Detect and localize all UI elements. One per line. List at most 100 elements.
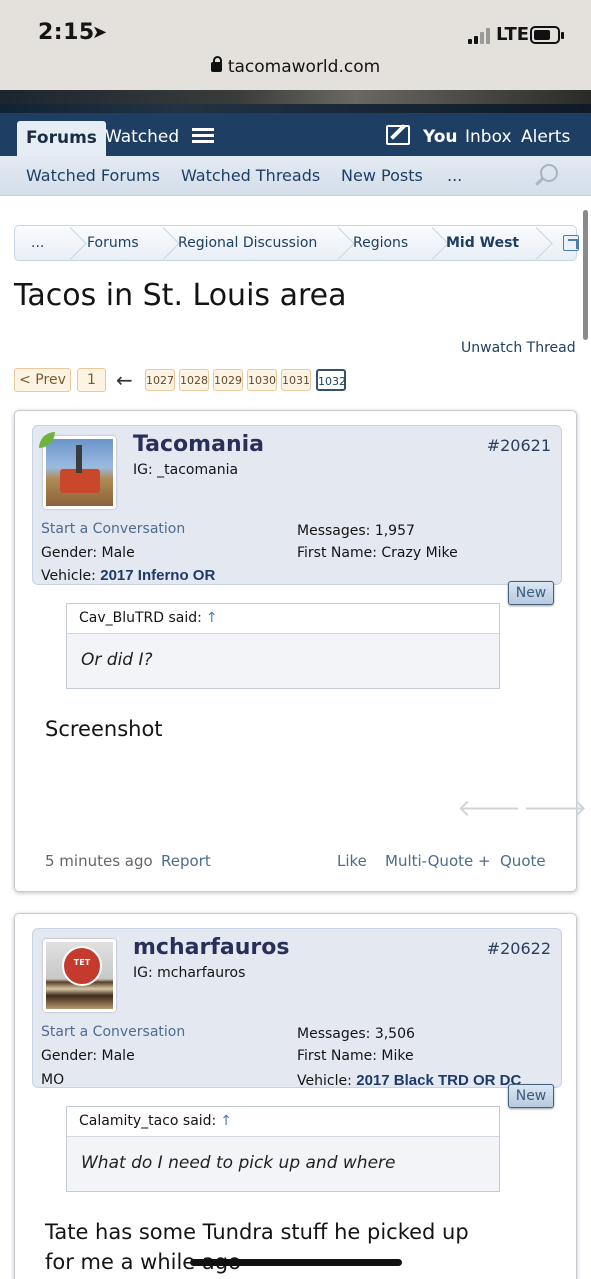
breadcrumb-forums[interactable]: Forums — [87, 235, 139, 251]
quote-text: What do I need to pick up and where — [81, 1153, 396, 1173]
messages-field: Messages: 1,957 — [297, 523, 415, 539]
first-name-value: Crazy Mike — [381, 545, 458, 561]
user-title: IG: mcharfauros — [133, 965, 246, 981]
quote-link[interactable]: Quote — [500, 852, 546, 870]
main-navbar: Forums Watched You Inbox Alerts — [0, 113, 591, 156]
quote-text: Or did I? — [81, 650, 153, 670]
gender-field: Gender: Male — [41, 545, 135, 561]
url-text: tacomaworld.com — [227, 57, 381, 77]
breadcrumb-midwest[interactable]: Mid West — [446, 235, 519, 251]
user-info-box: mcharfauros IG: mcharfauros #20622 Start… — [32, 928, 562, 1089]
subnav-new-posts[interactable]: New Posts — [341, 166, 423, 185]
page-jump-arrow: ← — [116, 368, 133, 392]
report-link[interactable]: Report — [161, 852, 211, 870]
vehicle-value: 2017 Black TRD OR DC — [356, 1072, 522, 1089]
search-icon[interactable] — [540, 164, 558, 182]
messages-label: Messages: — [297, 1026, 371, 1042]
tab-inbox[interactable]: Inbox — [465, 121, 512, 156]
first-name-field: First Name: Mike — [297, 1048, 414, 1064]
pagination: < Prev 1 ← 1027 1028 1029 1030 1031 1032 — [14, 368, 354, 394]
status-bar: 2:15 ➤ LTE tacomaworld.com — [0, 0, 591, 90]
start-conversation-link[interactable]: Start a Conversation — [41, 521, 185, 537]
subnav-watched-threads[interactable]: Watched Threads — [181, 166, 320, 185]
post: Tacomania IG: _tacomania #20621 Start a … — [14, 410, 587, 892]
tab-forums[interactable]: Forums — [17, 121, 106, 156]
user-info-box: Tacomania IG: _tacomania #20621 Start a … — [32, 425, 562, 585]
post: mcharfauros IG: mcharfauros #20622 Start… — [14, 913, 577, 1279]
jump-to-icon[interactable] — [563, 235, 579, 251]
post-message: Screenshot — [45, 717, 163, 741]
jump-to-quote-icon[interactable]: ↑ — [220, 1113, 232, 1129]
page-button[interactable]: 1027 — [145, 369, 175, 391]
post-number[interactable]: #20622 — [487, 939, 551, 958]
subnav-watched-forums[interactable]: Watched Forums — [26, 166, 160, 185]
breadcrumb-separator — [333, 226, 347, 260]
start-conversation-link[interactable]: Start a Conversation — [41, 1024, 185, 1040]
page-1-button[interactable]: 1 — [77, 368, 106, 392]
sub-navbar: Watched Forums Watched Threads New Posts… — [0, 156, 591, 196]
menu-icon[interactable] — [192, 128, 214, 144]
quote-block: Cav_BluTRD said: ↑ Or did I? — [66, 603, 500, 689]
vehicle-label: Vehicle: — [41, 568, 96, 584]
scrollbar[interactable] — [583, 210, 588, 340]
site-banner-image — [0, 90, 591, 114]
gender-value: Male — [101, 545, 135, 561]
prev-page-button[interactable]: < Prev — [14, 368, 71, 392]
post-number[interactable]: #20621 — [487, 436, 551, 455]
subnav-more[interactable]: ... — [447, 166, 462, 185]
vehicle-field: Vehicle: 2017 Inferno OR — [41, 567, 215, 584]
tab-watched[interactable]: Watched — [105, 121, 179, 156]
like-link[interactable]: Like — [337, 852, 367, 870]
avatar[interactable] — [43, 939, 116, 1012]
page-button[interactable]: 1028 — [179, 369, 209, 391]
home-indicator[interactable] — [190, 1259, 402, 1266]
gender-label: Gender: — [41, 1048, 98, 1064]
signal-strength-icon — [468, 28, 494, 44]
first-name-label: First Name: — [297, 545, 377, 561]
gender-label: Gender: — [41, 545, 98, 561]
next-arrow-icon[interactable]: 🡒 — [523, 793, 587, 822]
breadcrumb-regional[interactable]: Regional Discussion — [178, 235, 317, 251]
tab-you[interactable]: You — [423, 121, 458, 156]
gender-field: Gender: Male — [41, 1048, 135, 1064]
breadcrumb-separator — [158, 226, 172, 260]
current-page-button[interactable]: 1032 — [316, 369, 346, 391]
breadcrumb-home[interactable]: ... — [31, 235, 44, 251]
user-title: IG: _tacomania — [133, 462, 239, 478]
username[interactable]: Tacomania — [133, 432, 264, 457]
gender-value: Male — [101, 1048, 135, 1064]
battery-icon — [530, 26, 564, 44]
vehicle-field: Vehicle: 2017 Black TRD OR DC — [297, 1072, 521, 1089]
breadcrumb-separator — [65, 226, 79, 260]
multi-quote-link[interactable]: Multi-Quote + — [385, 852, 491, 870]
messages-field: Messages: 3,506 — [297, 1026, 415, 1042]
quote-header: Cav_BluTRD said: ↑ — [67, 604, 499, 634]
quote-author: Cav_BluTRD said: — [79, 610, 202, 626]
post-message: Tate has some Tundra stuff he picked up … — [45, 1217, 469, 1277]
new-badge: New — [508, 1084, 554, 1108]
clock: 2:15 — [38, 20, 95, 45]
username[interactable]: mcharfauros — [133, 935, 289, 960]
avatar[interactable] — [43, 436, 116, 509]
unwatch-thread-link[interactable]: Unwatch Thread — [461, 340, 576, 356]
previous-arrow-icon[interactable]: 🡐 — [457, 793, 521, 822]
tab-alerts[interactable]: Alerts — [521, 121, 570, 156]
messages-value: 1,957 — [374, 523, 415, 539]
page-button[interactable]: 1030 — [247, 369, 277, 391]
lock-icon — [210, 56, 222, 72]
network-type: LTE — [496, 24, 530, 45]
first-name-field: First Name: Crazy Mike — [297, 545, 458, 561]
page-title: Tacos in St. Louis area — [14, 278, 347, 313]
vehicle-label: Vehicle: — [297, 1073, 352, 1089]
page-button[interactable]: 1031 — [281, 369, 311, 391]
address-bar[interactable]: tacomaworld.com — [0, 56, 591, 77]
compose-icon[interactable] — [386, 125, 410, 145]
quote-header: Calamity_taco said: ↑ — [67, 1107, 499, 1137]
page-button[interactable]: 1029 — [213, 369, 243, 391]
breadcrumb-regions[interactable]: Regions — [353, 235, 408, 251]
vehicle-value: 2017 Inferno OR — [100, 567, 216, 584]
post-date[interactable]: 5 minutes ago — [45, 852, 153, 870]
quote-author: Calamity_taco said: — [79, 1113, 217, 1129]
messages-label: Messages: — [297, 523, 371, 539]
jump-to-quote-icon[interactable]: ↑ — [206, 610, 218, 626]
